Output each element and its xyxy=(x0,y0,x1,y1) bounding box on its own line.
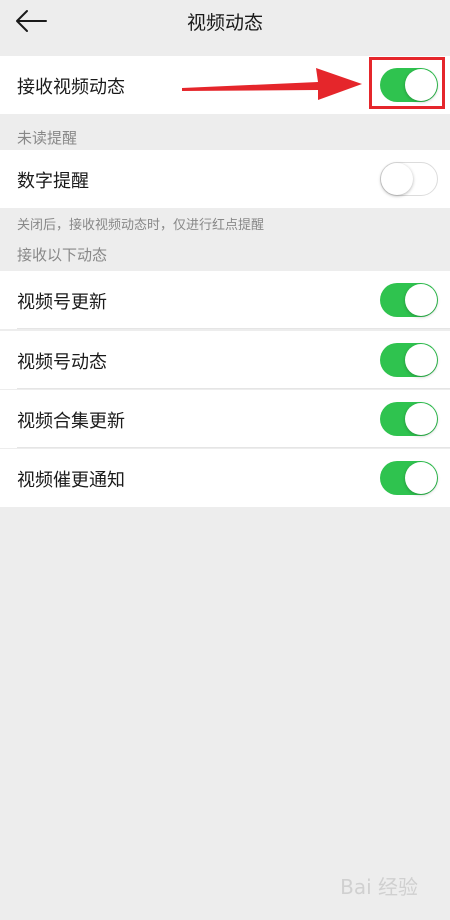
unread-section-title: 未读提醒 xyxy=(17,129,78,147)
toggle-knob xyxy=(405,284,437,316)
toggle-knob xyxy=(405,344,437,376)
collection-updates-toggle[interactable] xyxy=(380,402,438,436)
number-reminder-label: 数字提醒 xyxy=(17,171,89,192)
update-request-notify-label: 视频催更通知 xyxy=(17,470,125,491)
number-reminder-row: 数字提醒 xyxy=(0,150,450,208)
channel-activity-label: 视频号动态 xyxy=(17,352,107,373)
divider xyxy=(17,328,450,329)
channel-activity-toggle[interactable] xyxy=(380,343,438,377)
divider xyxy=(17,388,450,389)
number-reminder-toggle[interactable] xyxy=(380,162,438,196)
toggle-knob xyxy=(405,403,437,435)
collection-updates-label: 视频合集更新 xyxy=(17,411,125,432)
receive-video-updates-label: 接收视频动态 xyxy=(17,77,125,98)
update-request-notify-toggle[interactable] xyxy=(380,461,438,495)
receive-section-title: 接收以下动态 xyxy=(17,246,108,264)
collection-updates-row: 视频合集更新 xyxy=(0,390,450,448)
page-title: 视频动态 xyxy=(186,12,263,34)
toggle-knob xyxy=(381,163,413,195)
watermark: Bai 经验 xyxy=(340,875,418,899)
unread-hint-text: 关闭后，接收视频动态时，仅进行红点提醒 xyxy=(17,218,265,233)
divider xyxy=(17,447,450,448)
channel-updates-toggle[interactable] xyxy=(380,283,438,317)
channel-activity-row: 视频号动态 xyxy=(0,331,450,389)
highlight-box xyxy=(369,57,445,109)
update-request-notify-row: 视频催更通知 xyxy=(0,449,450,507)
toggle-knob xyxy=(405,462,437,494)
nav-header: 视频动态 xyxy=(0,0,450,42)
channel-updates-label: 视频号更新 xyxy=(17,292,107,313)
channel-updates-row: 视频号更新 xyxy=(0,271,450,329)
